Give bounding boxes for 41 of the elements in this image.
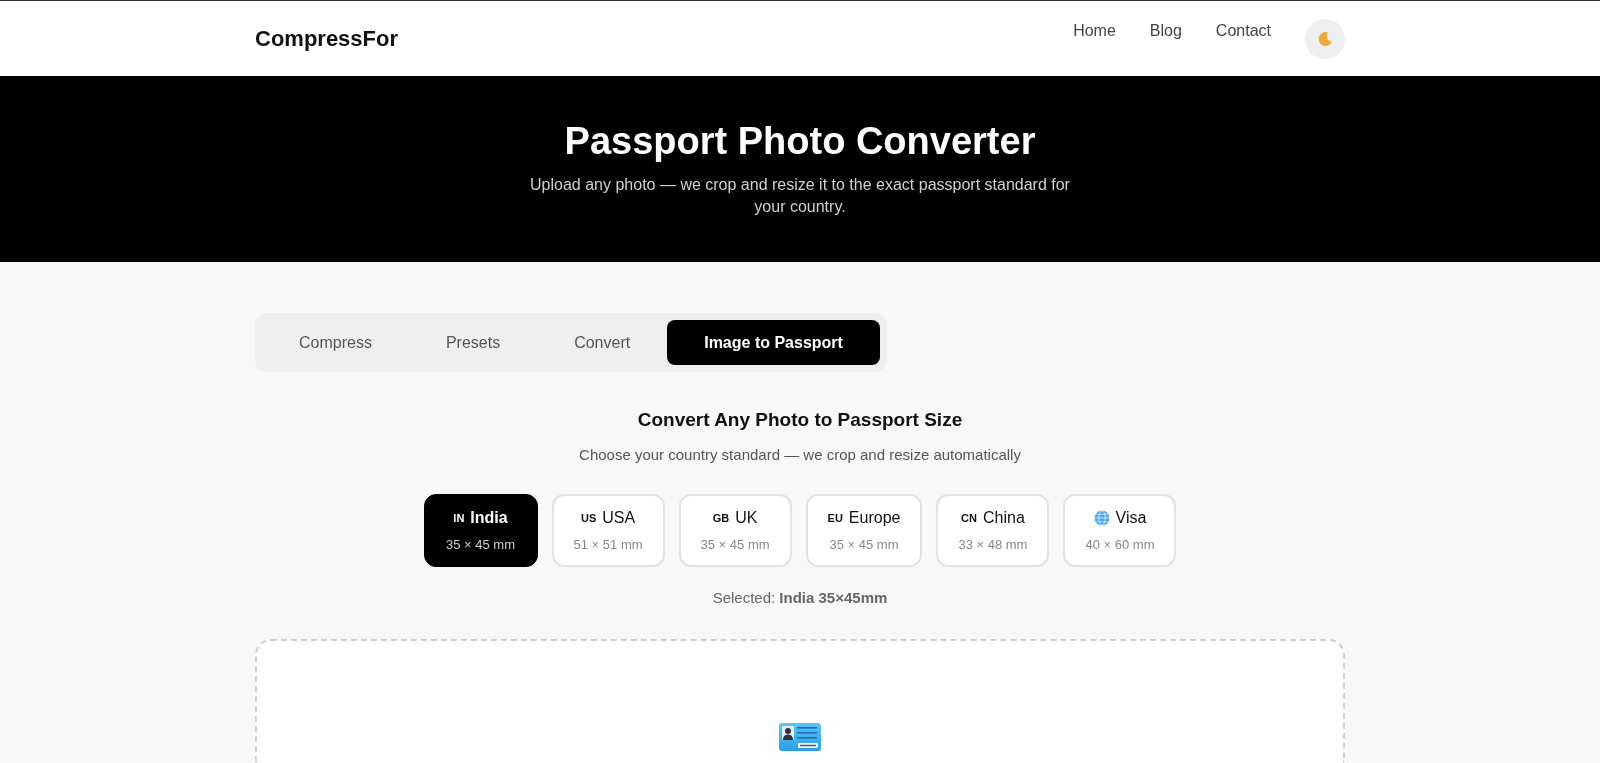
country-option[interactable]: GB UK 35 × 45 mm — [678, 494, 792, 567]
country-name: Europe — [848, 508, 901, 529]
country-option[interactable]: Visa 40 × 60 mm — [1063, 494, 1177, 567]
photo-size: 35 × 45 mm — [700, 536, 770, 555]
country-option[interactable]: US USA 51 × 51 mm — [551, 494, 665, 567]
country-code: GB — [712, 511, 730, 526]
country-option[interactable]: EU Europe 35 × 45 mm — [805, 494, 923, 567]
section-heading: Convert Any Photo to Passport Size — [637, 408, 963, 432]
country-option[interactable]: CN China 33 × 48 mm — [936, 494, 1050, 567]
photo-size: 51 × 51 mm — [573, 536, 643, 555]
globe-icon — [1093, 510, 1110, 527]
country-code: US — [580, 511, 597, 526]
nav-link[interactable]: Blog — [1149, 18, 1182, 43]
section-subheading: Choose your country standard — we crop and resize automatically — [579, 445, 1021, 465]
country-name: China — [983, 508, 1025, 529]
photo-size: 40 × 60 mm — [1085, 536, 1155, 555]
site-logo[interactable]: CompressFor — [255, 22, 399, 55]
country-name: UK — [735, 508, 758, 529]
photo-size: 33 × 48 mm — [958, 536, 1028, 555]
country-option[interactable]: IN India 35 × 45 mm — [423, 494, 538, 567]
upload-dropzone[interactable] — [255, 638, 1345, 763]
country-code: EU — [827, 511, 843, 526]
page-title: Passport Photo Converter — [564, 119, 1036, 164]
tab[interactable]: Presets — [408, 320, 538, 365]
country-name: USA — [602, 508, 636, 529]
tab[interactable]: Convert — [537, 320, 668, 365]
photo-size: 35 × 45 mm — [446, 536, 516, 555]
country-code: IN — [453, 511, 465, 526]
page-subtitle: Upload any photo — we crop and resize it to the exact passport standard for your country. — [529, 175, 1071, 217]
photo-size: 35 × 45 mm — [829, 536, 899, 555]
nav-link[interactable]: Contact — [1215, 18, 1271, 43]
nav-link[interactable]: Home — [1073, 18, 1116, 43]
id-card-icon — [779, 722, 821, 751]
country-name: Visa — [1115, 508, 1147, 529]
theme-toggle-button[interactable] — [1305, 18, 1345, 59]
crescent-moon-icon — [1317, 30, 1333, 47]
country-code: CN — [961, 511, 977, 526]
selection-summary: Selected: India 35×45mm — [712, 588, 888, 608]
tab[interactable]: Compress — [262, 320, 409, 365]
country-name: India — [470, 508, 508, 529]
tab[interactable]: Image to Passport — [667, 320, 880, 365]
